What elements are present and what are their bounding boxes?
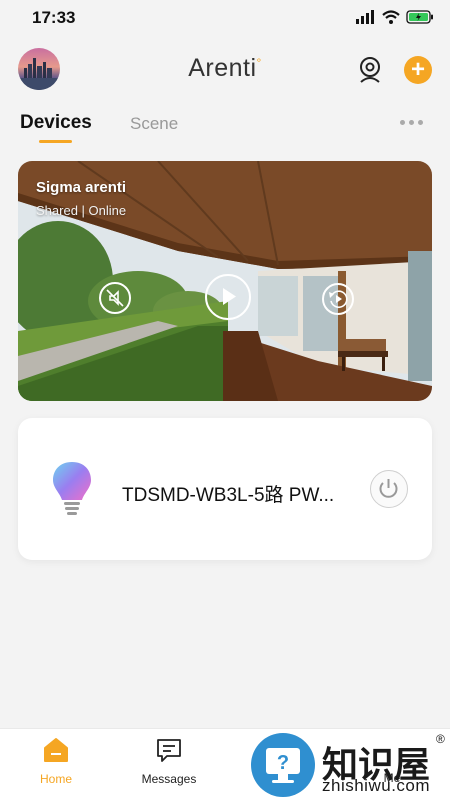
playback-icon: [329, 290, 348, 308]
plus-icon: +: [410, 56, 425, 83]
watermark-logo-icon: ?: [251, 733, 315, 797]
nav-messages[interactable]: Messages: [138, 737, 200, 786]
bulb-icon: [53, 462, 91, 515]
svg-text:?: ?: [277, 752, 289, 774]
playback-button[interactable]: [322, 283, 354, 315]
mute-button[interactable]: [99, 282, 131, 314]
mute-icon: [106, 289, 124, 307]
watermark-registered: ®: [436, 732, 445, 746]
camera-status: Shared | Online: [36, 203, 127, 218]
app-header: Arenti° +: [0, 46, 450, 94]
brand-dot: °: [256, 55, 262, 70]
watermark-sub: zhishiwu.com: [322, 776, 431, 795]
device-name: TDSMD-WB3L-5路 PW...: [122, 485, 335, 506]
device-card[interactable]: TDSMD-WB3L-5路 PW...: [18, 418, 432, 560]
wifi-icon: [382, 10, 400, 24]
nav-home[interactable]: Home: [28, 737, 84, 786]
status-time: 17:33: [32, 8, 76, 27]
battery-icon: [406, 10, 433, 24]
watermark: ? 知识屋 ® zhishiwu.com: [250, 730, 450, 800]
add-device-button[interactable]: +: [404, 56, 432, 84]
messages-icon: [157, 739, 181, 762]
brand-text: Arenti: [188, 54, 257, 82]
power-button[interactable]: [370, 470, 408, 508]
play-button[interactable]: [205, 274, 251, 320]
tab-bar: Devices Scene: [0, 110, 450, 150]
status-bar: 17:33: [0, 0, 450, 36]
camera-name: Sigma arenti: [36, 179, 127, 196]
camera-card[interactable]: Sigma arenti Shared | Online: [18, 161, 432, 401]
ellipsis-icon[interactable]: [400, 120, 423, 125]
play-icon: [223, 288, 236, 305]
status-icons: [356, 10, 434, 24]
tab-scene[interactable]: Scene: [130, 114, 178, 134]
power-icon: [379, 479, 398, 498]
signal-icon: [356, 10, 374, 24]
nav-home-label: Home: [39, 772, 72, 786]
home-icon: [44, 738, 68, 762]
tab-devices[interactable]: Devices: [20, 112, 92, 134]
tab-active-indicator: [39, 140, 72, 143]
nav-messages-label: Messages: [141, 772, 197, 786]
camera-icon[interactable]: [357, 56, 383, 84]
